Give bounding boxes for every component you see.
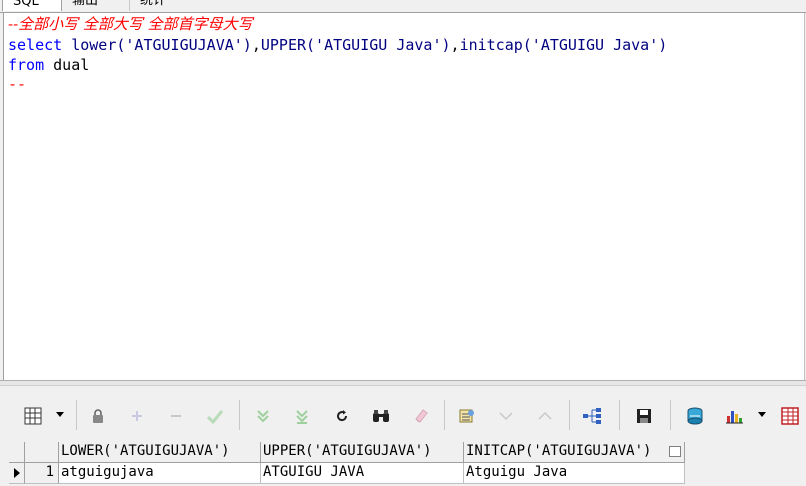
string-arg: ('ATGUIGU Java') <box>522 36 668 54</box>
tab-output[interactable]: 输出 <box>62 0 130 11</box>
column-header[interactable]: INITCAP('ATGUIGUJAVA') <box>464 442 685 463</box>
binoculars-icon[interactable] <box>370 405 392 427</box>
refresh-icon[interactable] <box>331 405 353 427</box>
results-toolbar <box>0 386 806 438</box>
separator <box>444 400 445 430</box>
eraser-icon[interactable] <box>410 405 432 427</box>
remove-icon[interactable] <box>165 405 187 427</box>
grid-corner <box>9 442 25 463</box>
separator <box>569 400 570 430</box>
separator <box>670 400 671 430</box>
function-lower: lower <box>71 36 117 54</box>
comment-line: -- <box>8 75 27 93</box>
column-header-label: INITCAP('ATGUIGUJAVA') <box>466 443 652 459</box>
table-cell[interactable]: Atguigu Java <box>464 463 685 484</box>
separator <box>239 400 240 430</box>
chevron-down-icon[interactable] <box>56 412 64 417</box>
column-header[interactable]: UPPER('ATGUIGUJAVA') <box>261 442 464 463</box>
chevron-down-icon[interactable] <box>758 412 766 417</box>
sql-editor[interactable]: --全部小写 全部大写 全部首字母大写 select lower('ATGUIG… <box>3 13 805 380</box>
tree-icon[interactable] <box>581 405 603 427</box>
column-header[interactable]: LOWER('ATGUIGUJAVA') <box>59 442 261 463</box>
string-arg: ('ATGUIGU Java') <box>306 36 451 54</box>
tab-sql[interactable]: SQL <box>2 0 62 11</box>
row-indicator[interactable] <box>9 463 25 484</box>
up-icon[interactable] <box>534 405 556 427</box>
save-icon[interactable] <box>633 405 655 427</box>
database-icon[interactable] <box>684 405 706 427</box>
row-number[interactable]: 1 <box>25 463 59 484</box>
table-cell[interactable]: ATGUIGU JAVA <box>261 463 464 484</box>
function-upper: UPPER <box>260 36 307 54</box>
add-icon[interactable] <box>126 405 148 427</box>
table-icon[interactable] <box>779 405 801 427</box>
column-menu-icon[interactable] <box>669 446 681 457</box>
keyword-select: select <box>8 36 72 54</box>
query-icon[interactable] <box>456 405 478 427</box>
separator <box>619 400 620 430</box>
separator <box>76 400 77 430</box>
string-arg: ('ATGUIGUJAVA') <box>116 36 252 54</box>
tab-statistics[interactable]: 统计 <box>130 0 190 11</box>
function-initcap: initcap <box>459 36 523 54</box>
grid-corner <box>25 442 59 463</box>
table-cell[interactable]: atguigujava <box>59 463 261 484</box>
comma: , <box>251 36 261 54</box>
lock-icon[interactable] <box>87 405 109 427</box>
comment-line: --全部小写 全部大写 全部首字母大写 <box>8 15 253 33</box>
column-header-label: LOWER('ATGUIGUJAVA') <box>61 443 230 459</box>
down-double-icon[interactable] <box>291 405 313 427</box>
keyword-from: from <box>8 56 45 74</box>
down-icon[interactable] <box>495 405 517 427</box>
table-name: dual <box>44 56 90 74</box>
check-icon[interactable] <box>204 405 226 427</box>
grid-icon[interactable] <box>22 405 44 427</box>
column-header-label: UPPER('ATGUIGUJAVA') <box>263 443 432 459</box>
down-double-icon[interactable] <box>252 405 274 427</box>
chart-icon[interactable] <box>723 405 745 427</box>
from-line: from dual <box>8 55 89 75</box>
select-line: select lower('ATGUIGUJAVA'),UPPER('ATGUI… <box>8 35 667 55</box>
comma: , <box>450 36 460 54</box>
tab-strip: SQL 输出 统计 <box>0 0 806 13</box>
results-grid: LOWER('ATGUIGUJAVA') UPPER('ATGUIGUJAVA'… <box>9 442 806 486</box>
